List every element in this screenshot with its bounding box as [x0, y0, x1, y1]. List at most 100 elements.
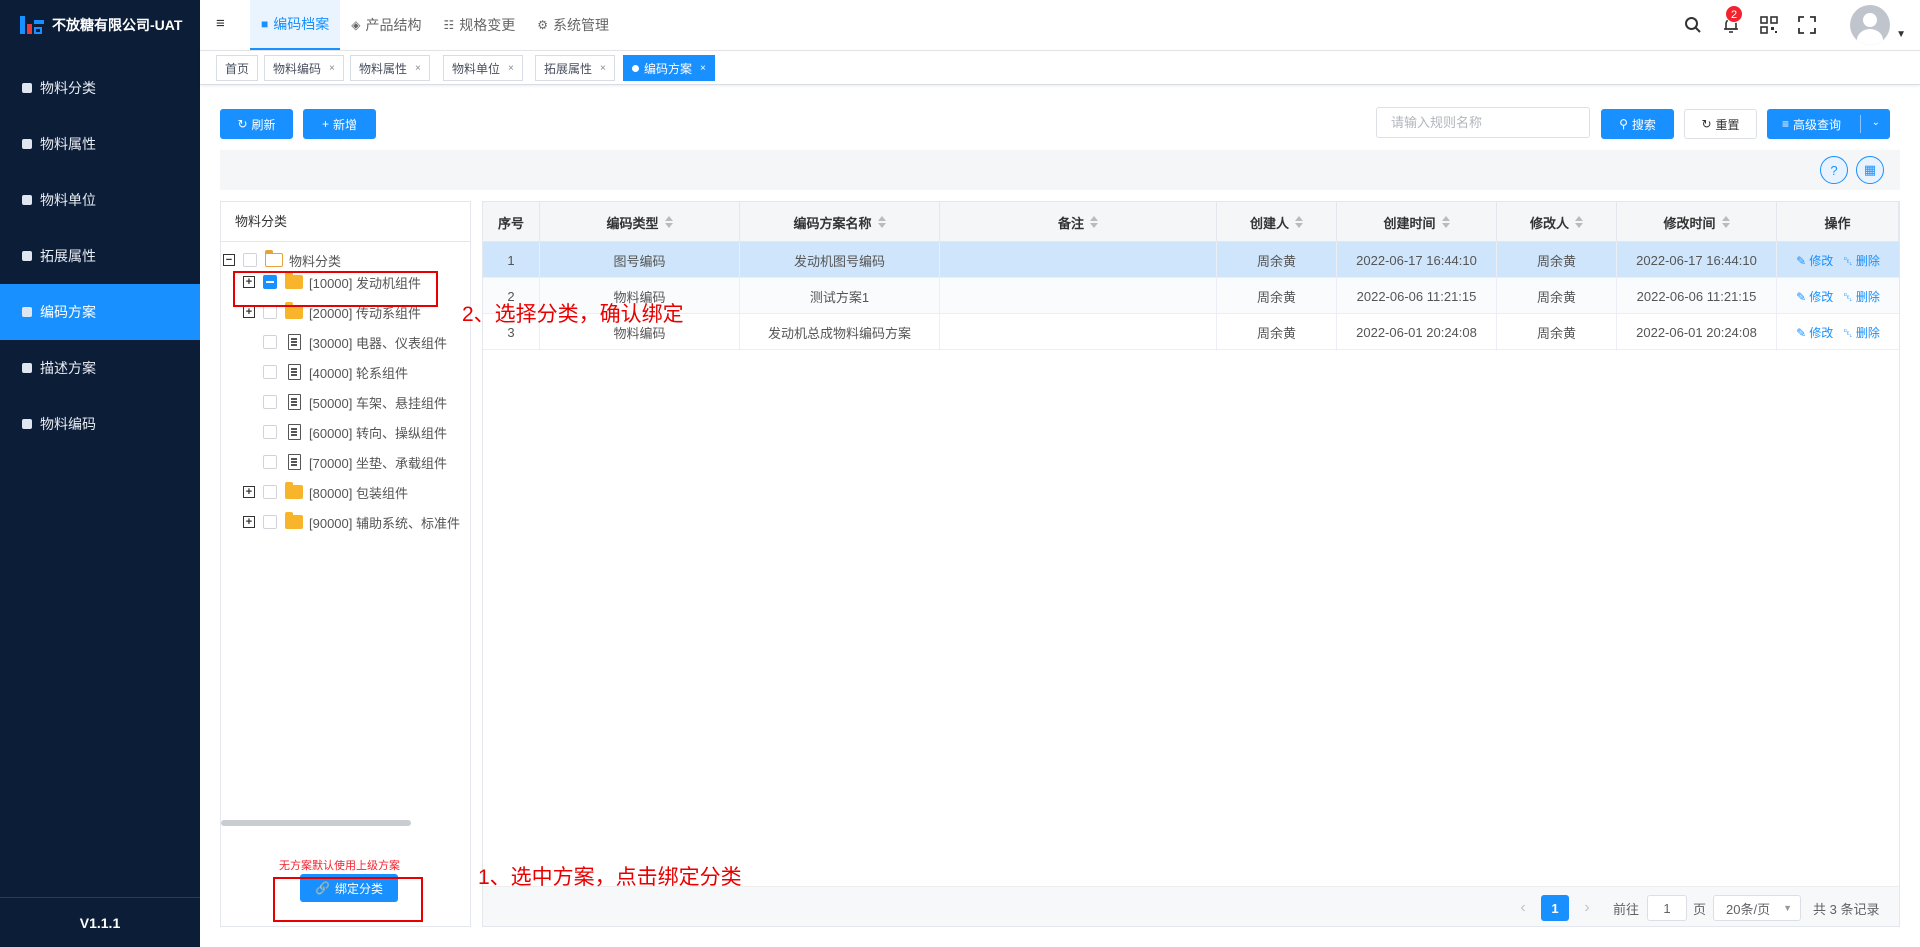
- tree-node[interactable]: [50000] 车架、悬挂组件: [243, 392, 471, 412]
- menu-toggle-icon[interactable]: ≡: [216, 15, 225, 32]
- chevron-down-icon[interactable]: ▼: [1896, 29, 1906, 40]
- topnav-tab-0[interactable]: ■ 编码档案: [250, 0, 341, 50]
- sort-icon[interactable]: [664, 216, 673, 228]
- tree-root-node[interactable]: − 物料分类: [223, 250, 341, 270]
- tag-2[interactable]: 物料属性 ×: [350, 55, 430, 81]
- close-icon[interactable]: ×: [415, 63, 421, 74]
- sort-icon[interactable]: [1575, 216, 1583, 228]
- refresh-button[interactable]: ↻ 刷新: [220, 109, 293, 139]
- sort-icon[interactable]: [877, 216, 886, 228]
- table-cell-actions: ✎ 修改 ␡ 删除: [1777, 314, 1899, 350]
- tree-checkbox[interactable]: [263, 395, 277, 409]
- tag-1[interactable]: 物料编码 ×: [264, 55, 344, 81]
- sidebar-item-2[interactable]: 物料单位: [0, 172, 200, 228]
- topnav-tab-1[interactable]: ◈ 产品结构: [340, 0, 432, 50]
- next-page-icon[interactable]: ›: [1576, 895, 1598, 921]
- tree-horizontal-scrollbar[interactable]: [221, 820, 411, 826]
- tag-4[interactable]: 拓展属性 ×: [535, 55, 615, 81]
- sidebar-item-4[interactable]: 编码方案: [0, 284, 200, 340]
- folder-icon: [285, 512, 303, 529]
- close-icon[interactable]: ×: [329, 63, 335, 74]
- page-size-select[interactable]: 20条/页 ▼: [1713, 895, 1801, 921]
- sort-icon[interactable]: [1090, 216, 1098, 228]
- table-row[interactable]: 3 物料编码 发动机总成物料编码方案 周余黄 2022-06-01 20:24:08 周余…: [483, 314, 1899, 350]
- close-icon[interactable]: ×: [700, 63, 706, 74]
- tag-label: 物料属性: [359, 61, 408, 76]
- tree-node[interactable]: + [80000] 包装组件: [243, 482, 471, 502]
- table-cell-modifier: 周余黄: [1497, 278, 1617, 314]
- column-header[interactable]: 备注: [940, 202, 1217, 242]
- search-icon[interactable]: [1682, 14, 1704, 36]
- delete-link[interactable]: ␡ 删除: [1843, 324, 1880, 341]
- column-header[interactable]: 编码方案名称: [740, 202, 940, 242]
- page-number-current[interactable]: 1: [1541, 895, 1569, 921]
- edit-link[interactable]: ✎ 修改: [1796, 252, 1833, 269]
- delete-link[interactable]: ␡ 删除: [1843, 252, 1880, 269]
- goto-page-input[interactable]: 1: [1647, 895, 1687, 921]
- edit-link[interactable]: ✎ 修改: [1796, 288, 1833, 305]
- tree-checkbox[interactable]: [243, 253, 257, 267]
- user-avatar[interactable]: [1850, 5, 1891, 45]
- tree-checkbox[interactable]: [263, 515, 277, 529]
- sidebar-item-3[interactable]: 拓展属性: [0, 228, 200, 284]
- delete-link[interactable]: ␡ 删除: [1843, 288, 1880, 305]
- expand-icon[interactable]: +: [243, 306, 255, 318]
- edit-icon: ✎: [1796, 253, 1807, 268]
- add-button[interactable]: + 新增: [303, 109, 376, 139]
- fullscreen-icon[interactable]: [1796, 14, 1818, 36]
- tree-checkbox[interactable]: [263, 485, 277, 499]
- search-button[interactable]: ⚲ 搜索: [1601, 109, 1674, 139]
- tag-3[interactable]: 物料单位 ×: [443, 55, 523, 81]
- tree-checkbox[interactable]: [263, 425, 277, 439]
- tree-node[interactable]: [70000] 坐垫、承载组件: [243, 452, 471, 472]
- tag-5[interactable]: 编码方案 ×: [623, 55, 715, 81]
- tag-0[interactable]: 首页: [216, 55, 259, 81]
- qrcode-icon[interactable]: [1758, 14, 1780, 36]
- sidebar-item-6[interactable]: 物料编码: [0, 396, 200, 452]
- sort-icon[interactable]: [1441, 216, 1450, 228]
- tree-node[interactable]: + [90000] 辅助系统、标准件: [243, 512, 471, 532]
- annotation-step2: 2、选择分类，确认绑定: [462, 303, 684, 326]
- sidebar-item-5[interactable]: 描述方案: [0, 340, 200, 396]
- collapse-icon[interactable]: −: [223, 254, 235, 266]
- tree-checkbox[interactable]: [263, 335, 277, 349]
- advanced-query-button[interactable]: ≡ 高级查询 ⌄: [1767, 109, 1890, 139]
- expand-icon[interactable]: +: [243, 486, 255, 498]
- column-header[interactable]: 修改人: [1497, 202, 1617, 242]
- expand-icon[interactable]: +: [243, 516, 255, 528]
- goto-prefix: 前往: [1613, 901, 1640, 917]
- tree-checkbox[interactable]: [263, 305, 277, 319]
- reset-button[interactable]: ↻ 重置: [1684, 109, 1757, 139]
- column-header[interactable]: 创建人: [1217, 202, 1337, 242]
- column-header[interactable]: 创建时间: [1337, 202, 1497, 242]
- sidebar-item-0[interactable]: 物料分类: [0, 60, 200, 116]
- pagination: ‹ 1 › 前往 1 页 20条/页 ▼ 共 3 条记录: [483, 886, 1899, 926]
- edit-link[interactable]: ✎ 修改: [1796, 324, 1833, 341]
- search-input[interactable]: [1376, 107, 1590, 138]
- menu-item-icon: [22, 83, 32, 93]
- edit-label: 修改: [1809, 253, 1834, 268]
- table-cell-actions: ✎ 修改 ␡ 删除: [1777, 278, 1899, 314]
- topnav-tab-3[interactable]: ⚙ 系统管理: [526, 0, 620, 50]
- plus-icon: +: [321, 117, 329, 131]
- bell-icon[interactable]: 2: [1720, 5, 1744, 36]
- prev-page-icon[interactable]: ‹: [1512, 895, 1534, 921]
- close-icon[interactable]: ×: [600, 63, 606, 74]
- topnav-tab-2[interactable]: ☷ 规格变更: [432, 0, 526, 50]
- column-header[interactable]: 修改时间: [1617, 202, 1777, 242]
- sort-icon[interactable]: [1721, 216, 1730, 228]
- help-icon[interactable]: ?: [1820, 156, 1848, 184]
- sort-icon[interactable]: [1295, 216, 1303, 228]
- table-row[interactable]: 2 物料编码 测试方案1 周余黄 2022-06-06 11:21:15 周余黄 2022-…: [483, 278, 1899, 314]
- tree-checkbox[interactable]: [263, 365, 277, 379]
- tree-node[interactable]: [30000] 电器、仪表组件: [243, 332, 471, 352]
- sidebar-item-1[interactable]: 物料属性: [0, 116, 200, 172]
- tree-node[interactable]: [60000] 转向、操纵组件: [243, 422, 471, 442]
- tree-checkbox[interactable]: [263, 455, 277, 469]
- column-settings-icon[interactable]: ▦: [1856, 156, 1884, 184]
- chevron-down-icon[interactable]: ⌄: [1872, 117, 1880, 128]
- close-icon[interactable]: ×: [508, 63, 514, 74]
- tree-node[interactable]: [40000] 轮系组件: [243, 362, 471, 382]
- table-row[interactable]: 1 图号编码 发动机图号编码 周余黄 2022-06-17 16:44:10 周余黄 202…: [483, 242, 1899, 278]
- column-header[interactable]: 编码类型: [540, 202, 740, 242]
